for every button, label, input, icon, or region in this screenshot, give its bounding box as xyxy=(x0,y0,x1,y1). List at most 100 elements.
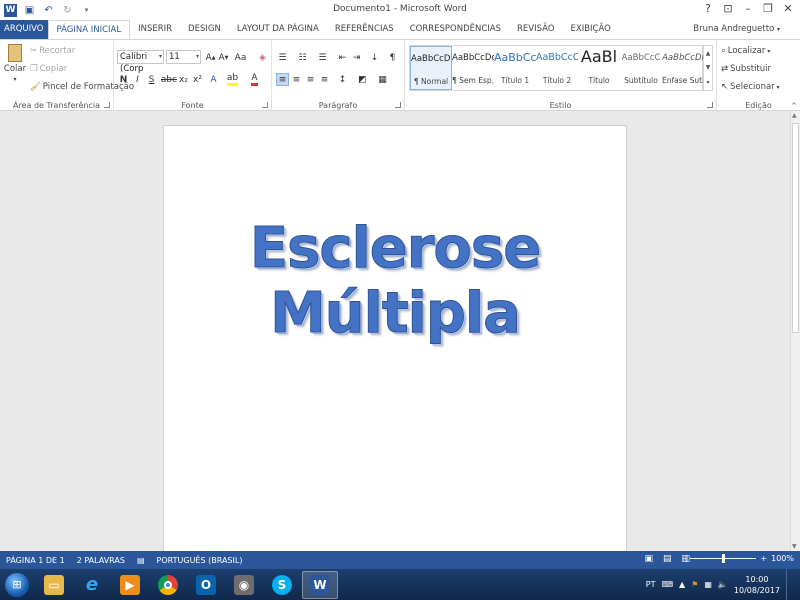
decrease-indent-icon[interactable]: ⇤ xyxy=(336,51,349,64)
scroll-down-icon[interactable]: ▼ xyxy=(792,543,797,550)
dialog-launcher-icon[interactable] xyxy=(262,102,268,108)
ribbon-display-icon[interactable]: ⊡ xyxy=(718,2,738,15)
taskbar-outlook[interactable]: O xyxy=(188,571,224,599)
copy-button[interactable]: ❐ Copiar xyxy=(30,64,67,74)
vertical-scrollbar[interactable]: ▲ ▼ xyxy=(790,111,800,551)
align-left-icon[interactable]: ≡ xyxy=(276,73,289,86)
document-page[interactable]: Esclerose Múltipla xyxy=(163,125,627,551)
print-layout-icon[interactable]: ▤ xyxy=(663,554,672,564)
taskbar-word[interactable]: W xyxy=(302,570,338,599)
read-mode-icon[interactable]: ▣ xyxy=(644,554,653,564)
sort-icon[interactable]: ↓ xyxy=(368,51,381,64)
dialog-launcher-icon[interactable] xyxy=(104,102,110,108)
dialog-launcher-icon[interactable] xyxy=(707,102,713,108)
numbering-icon[interactable]: ☷ xyxy=(296,51,309,64)
shrink-font-icon[interactable]: A ▼ xyxy=(217,51,230,64)
pilcrow-icon[interactable]: ¶ xyxy=(386,51,399,64)
scroll-up-icon[interactable]: ▲ xyxy=(792,112,797,119)
taskbar-ie[interactable]: e xyxy=(74,571,110,599)
borders-icon[interactable]: ▦ xyxy=(376,73,389,86)
highlight-icon[interactable]: ab xyxy=(226,73,239,86)
text-effects-icon[interactable]: A xyxy=(207,73,220,86)
word-count[interactable]: 2 PALAVRAS xyxy=(71,556,131,565)
page-count[interactable]: PÁGINA 1 DE 1 xyxy=(0,556,71,565)
justify-icon[interactable]: ≡ xyxy=(318,73,331,86)
font-name-combo[interactable]: Calibri (Corp ▾ xyxy=(117,50,164,74)
chevron-up-icon[interactable]: ▲ xyxy=(706,50,711,57)
find-button[interactable]: ⌕ Localizar ▾ xyxy=(721,46,770,56)
style-subtitle[interactable]: AaBbCcC Subtítulo xyxy=(620,46,662,90)
tab-view[interactable]: EXIBIÇÃO xyxy=(563,20,619,39)
help-button[interactable]: ? xyxy=(698,2,718,15)
tab-file[interactable]: ARQUIVO xyxy=(0,20,48,39)
minimize-button[interactable]: – xyxy=(738,2,758,15)
clear-formatting-icon[interactable]: ◈ xyxy=(256,51,269,64)
tab-insert[interactable]: INSERIR xyxy=(130,20,180,39)
cut-button[interactable]: ✂ Recortar xyxy=(30,46,75,56)
save-icon[interactable]: ▣ xyxy=(23,4,36,17)
zoom-slider[interactable] xyxy=(690,554,757,563)
close-button[interactable]: ✕ xyxy=(778,2,798,15)
proofing-icon[interactable]: ▤ xyxy=(131,556,151,565)
taskbar-skype[interactable]: S xyxy=(264,571,300,599)
italic-button[interactable]: I xyxy=(131,73,144,86)
multilevel-list-icon[interactable]: ☰ xyxy=(316,51,329,64)
tab-design[interactable]: DESIGN xyxy=(180,20,229,39)
start-button[interactable]: ⊞ xyxy=(0,570,34,600)
align-right-icon[interactable]: ≡ xyxy=(304,73,317,86)
style-no-spacing[interactable]: AaBbCcDc ¶ Sem Esp... xyxy=(452,46,494,90)
increase-indent-icon[interactable]: ⇥ xyxy=(350,51,363,64)
underline-button[interactable]: S xyxy=(145,73,158,86)
style-title[interactable]: AaBl Título xyxy=(578,46,620,90)
tab-references[interactable]: REFERÊNCIAS xyxy=(327,20,402,39)
zoom-in-icon[interactable]: + xyxy=(760,554,767,563)
subscript-button[interactable]: x₂ xyxy=(177,73,190,86)
styles-scroll[interactable]: ▲ ▼ ▾ xyxy=(703,45,713,91)
superscript-button[interactable]: x² xyxy=(191,73,204,86)
tab-home[interactable]: PÁGINA INICIAL xyxy=(47,20,131,39)
input-language[interactable]: PT xyxy=(646,580,656,589)
style-heading-2[interactable]: AaBbCcC Título 2 xyxy=(536,46,578,90)
customize-qat-icon[interactable]: ▾ xyxy=(80,4,93,17)
font-color-icon[interactable]: A xyxy=(248,73,261,86)
taskbar-camera[interactable]: ◉ xyxy=(226,571,262,599)
change-case-icon[interactable]: Aa xyxy=(234,51,247,64)
bold-button[interactable]: N xyxy=(117,73,130,86)
replace-button[interactable]: ⇄ Substituir xyxy=(721,64,771,74)
clock[interactable]: 10:00 10/08/2017 xyxy=(734,574,780,596)
style-heading-1[interactable]: AaBbCc Título 1 xyxy=(494,46,536,90)
shading-icon[interactable]: ◩ xyxy=(356,73,369,86)
select-button[interactable]: ↖ Selecionar ▾ xyxy=(721,82,780,92)
align-center-icon[interactable]: ≡ xyxy=(290,73,303,86)
scroll-thumb[interactable] xyxy=(792,123,799,333)
strikethrough-button[interactable]: abc xyxy=(161,73,177,86)
volume-icon[interactable]: 🔈 xyxy=(718,580,728,589)
tab-review[interactable]: REVISÃO xyxy=(509,20,563,39)
bullets-icon[interactable]: ☰ xyxy=(276,51,289,64)
style-subtle-emphasis[interactable]: AaBbCcDı Ênfase Sutil xyxy=(662,46,704,90)
collapse-ribbon-icon[interactable]: ^ xyxy=(791,102,797,110)
paste-button[interactable]: Colar ▾ xyxy=(4,44,26,83)
keyboard-icon[interactable]: ⌨ xyxy=(661,580,673,589)
show-desktop-button[interactable] xyxy=(786,569,794,600)
taskbar-media-player[interactable]: ▶ xyxy=(112,571,148,599)
redo-icon[interactable]: ↻ xyxy=(61,4,74,17)
tab-mailings[interactable]: CORRESPONDÊNCIAS xyxy=(402,20,509,39)
zoom-out-icon[interactable]: – xyxy=(682,554,686,563)
style-normal[interactable]: AaBbCcDc ¶ Normal xyxy=(410,46,452,90)
zoom-knob[interactable] xyxy=(722,554,726,563)
grow-font-icon[interactable]: A ▲ xyxy=(204,51,217,64)
more-icon[interactable]: ▾ xyxy=(706,79,709,86)
language-status[interactable]: PORTUGUÊS (BRASIL) xyxy=(151,556,249,565)
taskbar-chrome[interactable] xyxy=(150,571,186,599)
restore-button[interactable]: ❐ xyxy=(758,2,778,15)
line-spacing-icon[interactable]: ↕ xyxy=(336,73,349,86)
document-headline[interactable]: Esclerose Múltipla xyxy=(164,216,626,347)
zoom-level[interactable]: 100% xyxy=(771,554,794,563)
undo-icon[interactable]: ↶ xyxy=(42,4,55,17)
font-size-combo[interactable]: 11 ▾ xyxy=(166,50,201,64)
dialog-launcher-icon[interactable] xyxy=(395,102,401,108)
user-account[interactable]: Bruna Andreguetto ▾ xyxy=(693,24,780,34)
network-icon[interactable]: ▦ xyxy=(704,580,712,589)
tab-page-layout[interactable]: LAYOUT DA PÁGINA xyxy=(229,20,327,39)
